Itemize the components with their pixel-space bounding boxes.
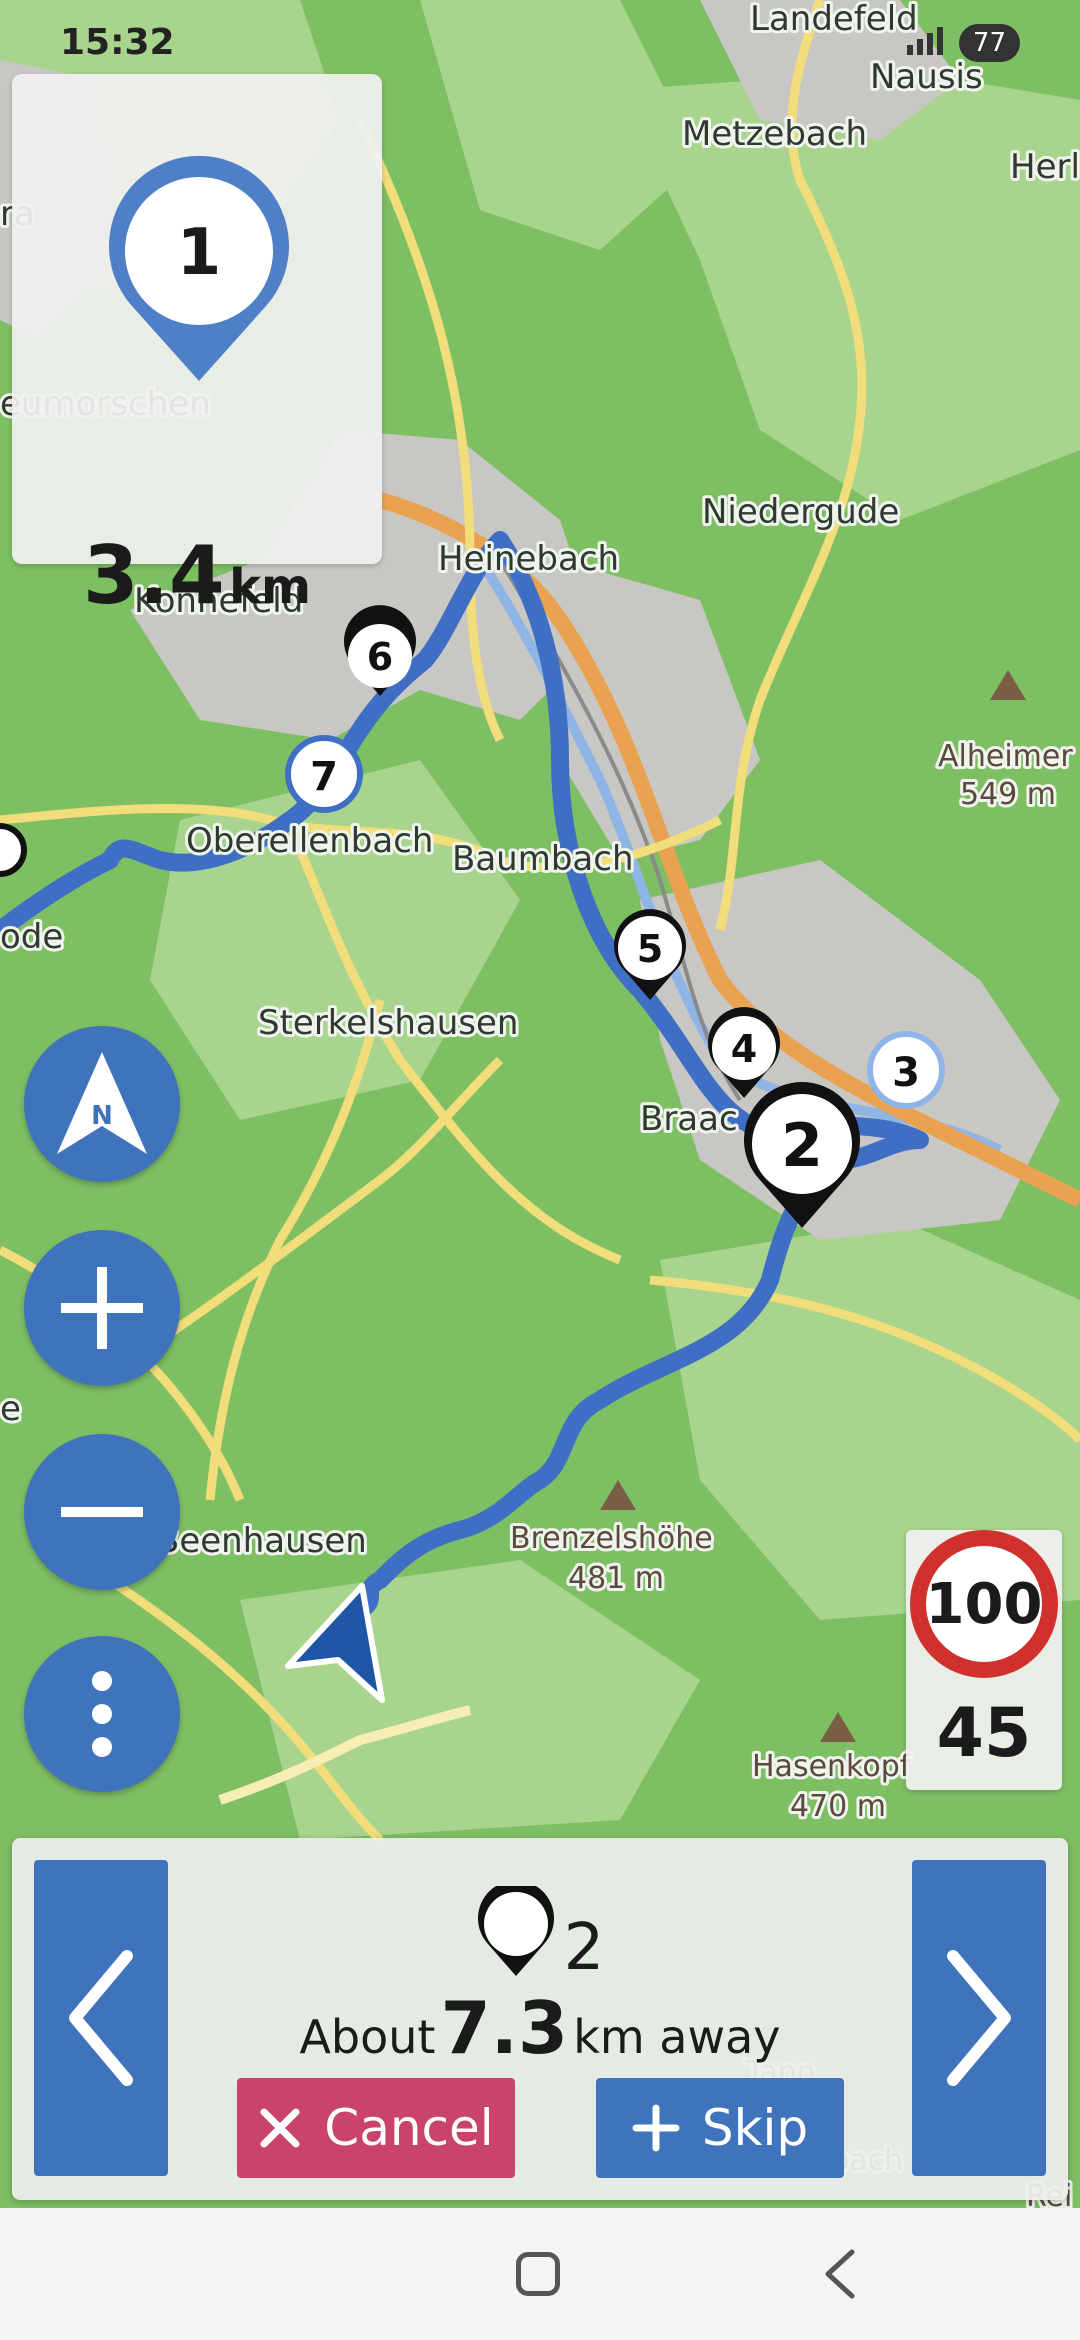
- status-icons: 77: [903, 24, 1020, 62]
- north-arrow-icon: N: [57, 1052, 147, 1154]
- close-icon: [260, 2108, 300, 2148]
- svg-text:Baumbach: Baumbach: [452, 839, 634, 879]
- svg-text:549 m: 549 m: [960, 777, 1056, 812]
- current-speed: 45: [936, 1694, 1032, 1773]
- distance-unit: km: [229, 559, 312, 615]
- skip-label: Skip: [701, 2099, 809, 2157]
- svg-text:Landefeld: Landefeld: [750, 0, 918, 39]
- svg-text:481 m: 481 m: [568, 1561, 664, 1596]
- away-prefix: About: [299, 2010, 436, 2064]
- next-waypoint-distance: 3.4 km: [12, 529, 382, 622]
- svg-text:Beenhausen: Beenhausen: [156, 1521, 367, 1561]
- cancel-label: Cancel: [324, 2099, 494, 2157]
- svg-text:470 m: 470 m: [790, 1789, 886, 1824]
- battery-indicator: 77: [958, 24, 1020, 62]
- menu-button[interactable]: [24, 1636, 180, 1792]
- waypoint-marker-7: 7: [285, 735, 363, 813]
- svg-text:5: 5: [637, 927, 663, 971]
- svg-text:Oberellenbach: Oberellenbach: [186, 821, 433, 861]
- distance-away: About 7.3 km away: [12, 1986, 1068, 2070]
- svg-text:Herl: Herl: [1010, 147, 1080, 187]
- next-waypoint-card[interactable]: 1 3.4 km: [12, 74, 382, 622]
- home-button[interactable]: [516, 2252, 560, 2296]
- svg-text:7: 7: [310, 754, 338, 800]
- distance-value: 3.4: [82, 529, 225, 622]
- svg-text:Sterkelshausen: Sterkelshausen: [258, 1003, 518, 1043]
- destination-number: 2: [563, 1911, 605, 1985]
- route-panel: 2 About 7.3 km away Cancel Skip: [12, 1838, 1068, 2200]
- compass-letter: N: [91, 1101, 113, 1131]
- signal-icon: [903, 25, 947, 62]
- minus-icon: [61, 1507, 143, 1517]
- more-vertical-icon: [92, 1671, 112, 1757]
- svg-text:Nausis: Nausis: [870, 57, 983, 97]
- zoom-out-button[interactable]: [24, 1434, 180, 1590]
- back-button[interactable]: [820, 2246, 860, 2302]
- svg-text:Hasenkopf: Hasenkopf: [752, 1749, 912, 1784]
- status-time: 15:32: [60, 22, 175, 63]
- waypoint-pin-icon: 1: [109, 156, 289, 381]
- cancel-button[interactable]: Cancel: [237, 2078, 515, 2178]
- away-value: 7.3: [440, 1986, 569, 2070]
- plus-icon: [632, 2104, 680, 2152]
- waypoint-marker-3: 3: [867, 1031, 945, 1109]
- svg-text:Brenzelshöhe: Brenzelshöhe: [510, 1521, 713, 1556]
- speed-panel: 100 45: [906, 1530, 1062, 1790]
- speed-limit-sign: 100: [910, 1530, 1058, 1678]
- plus-icon: [61, 1267, 143, 1349]
- svg-text:e: e: [0, 1389, 21, 1429]
- svg-text:Metzebach: Metzebach: [682, 114, 867, 154]
- destination-line: 2: [12, 1886, 1068, 1980]
- svg-text:ode: ode: [0, 917, 63, 957]
- partial-marker-left: [0, 823, 27, 877]
- svg-text:3: 3: [892, 1050, 920, 1096]
- svg-text:Niedergude: Niedergude: [702, 492, 899, 532]
- next-waypoint-number: 1: [177, 216, 222, 290]
- svg-text:2: 2: [781, 1111, 823, 1181]
- svg-text:6: 6: [367, 635, 393, 679]
- away-suffix: km away: [573, 2010, 781, 2064]
- waypoint-pin-icon: [477, 1886, 554, 1976]
- svg-text:Heinebach: Heinebach: [438, 539, 619, 579]
- svg-text:4: 4: [731, 1027, 757, 1071]
- svg-text:Alheimer: Alheimer: [938, 739, 1073, 774]
- skip-button[interactable]: Skip: [596, 2078, 844, 2178]
- zoom-in-button[interactable]: [24, 1230, 180, 1386]
- compass-button[interactable]: N: [24, 1026, 180, 1182]
- system-navigation-bar: [0, 2208, 1080, 2340]
- svg-text:Braac: Braac: [640, 1099, 738, 1139]
